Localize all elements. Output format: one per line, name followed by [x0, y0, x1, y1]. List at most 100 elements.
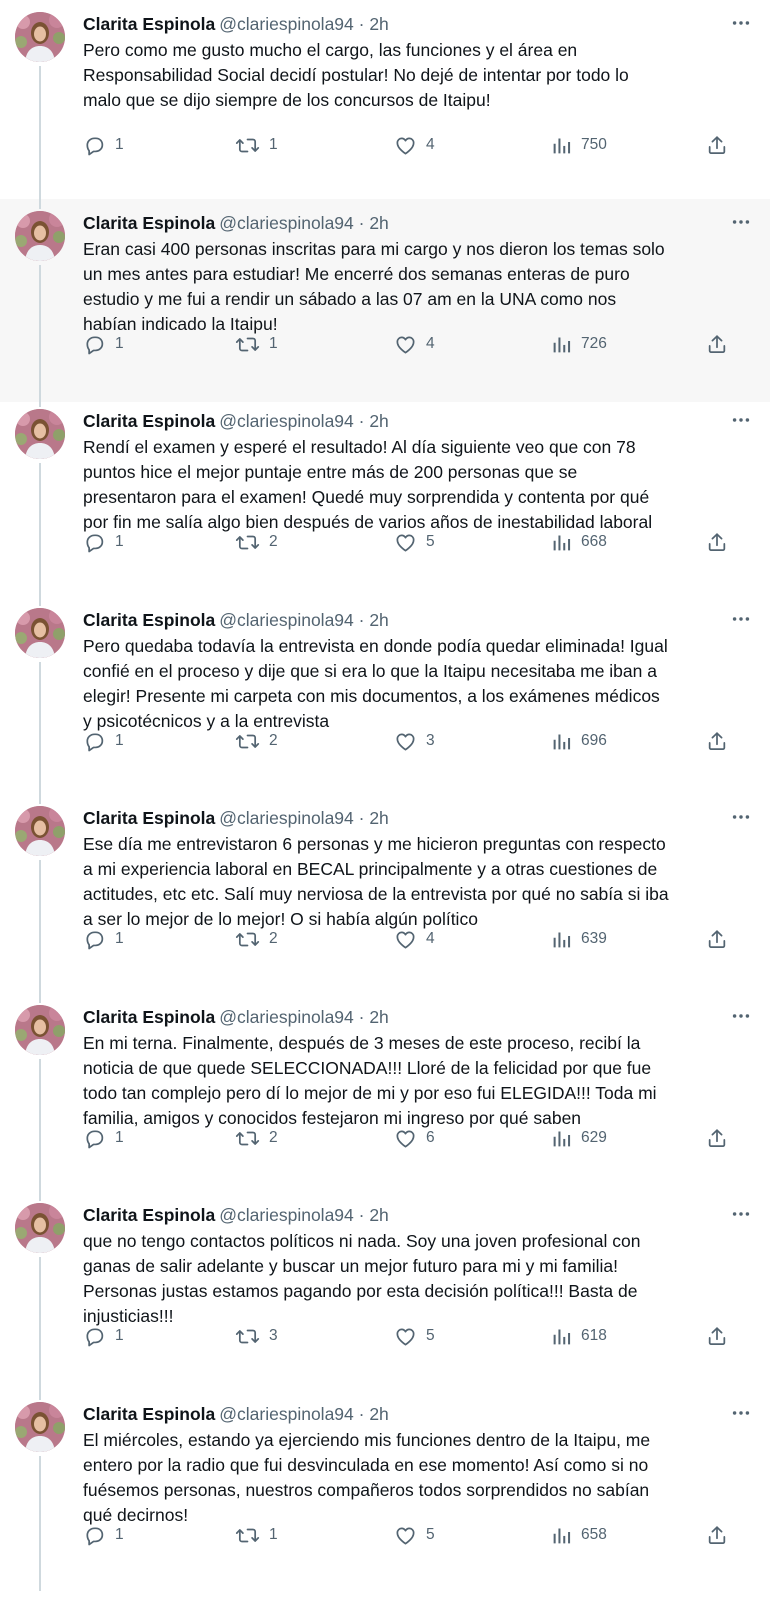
handle-and-time[interactable]: @clariespinola94 · 2h [219, 610, 389, 630]
like-button[interactable]: 4 [394, 331, 435, 357]
views-button[interactable]: 658 [551, 1522, 607, 1548]
more-dots-icon[interactable] [728, 1201, 754, 1227]
like-button[interactable]: 5 [394, 1522, 435, 1548]
avatar[interactable] [15, 12, 65, 62]
handle-and-time[interactable]: @clariespinola94 · 2h [219, 213, 389, 233]
handle-and-time[interactable]: @clariespinola94 · 2h [219, 1205, 389, 1225]
more-dots-icon[interactable] [728, 804, 754, 830]
reply-button[interactable]: 1 [83, 728, 124, 754]
share-button[interactable] [706, 132, 728, 158]
views-button[interactable]: 639 [551, 926, 607, 952]
retweet-icon [235, 1325, 260, 1348]
display-name[interactable]: Clarita Espinola [83, 213, 215, 233]
avatar[interactable] [15, 1005, 65, 1055]
share-button[interactable] [706, 1323, 728, 1349]
share-icon [706, 730, 728, 752]
display-name[interactable]: Clarita Espinola [83, 411, 215, 431]
reply-button[interactable]: 1 [83, 1323, 124, 1349]
share-button[interactable] [706, 1522, 728, 1548]
views-button[interactable]: 696 [551, 728, 607, 754]
avatar[interactable] [15, 1203, 65, 1253]
retweet-button[interactable]: 2 [235, 1125, 278, 1151]
retweet-button[interactable]: 1 [235, 331, 278, 357]
retweet-button[interactable]: 2 [235, 728, 278, 754]
reply-button[interactable]: 1 [83, 529, 124, 555]
share-button[interactable] [706, 926, 728, 952]
more-dots-icon[interactable] [728, 10, 754, 36]
like-button[interactable]: 5 [394, 1323, 435, 1349]
share-icon [706, 1524, 728, 1546]
reply-button[interactable]: 1 [83, 132, 124, 158]
views-button[interactable]: 726 [551, 331, 607, 357]
like-button[interactable]: 4 [394, 132, 435, 158]
reply-icon [83, 531, 106, 554]
retweet-button[interactable]: 2 [235, 926, 278, 952]
tweet-text-line: Pero como me gusto mucho el cargo, las f… [83, 40, 578, 60]
views-button[interactable]: 750 [551, 132, 607, 158]
like-button[interactable]: 3 [394, 728, 435, 754]
more-dots-icon[interactable] [728, 1400, 754, 1426]
share-button[interactable] [706, 728, 728, 754]
display-name[interactable]: Clarita Espinola [83, 808, 215, 828]
like-count: 5 [426, 533, 435, 550]
handle-and-time[interactable]: @clariespinola94 · 2h [219, 1404, 389, 1424]
reply-button[interactable]: 1 [83, 1522, 124, 1548]
share-button[interactable] [706, 529, 728, 555]
tweet[interactable]: Clarita Espinola @clariespinola94 · 2h Ese… [0, 794, 770, 997]
tweet[interactable]: Clarita Espinola @clariespinola94 · 2h Ren… [0, 397, 770, 600]
retweet-button[interactable]: 1 [235, 132, 278, 158]
more-dots-icon[interactable] [728, 606, 754, 632]
like-button[interactable]: 4 [394, 926, 435, 952]
views-button[interactable]: 629 [551, 1125, 607, 1151]
display-name[interactable]: Clarita Espinola [83, 610, 215, 630]
share-button[interactable] [706, 331, 728, 357]
handle-and-time[interactable]: @clariespinola94 · 2h [219, 808, 389, 828]
views-button[interactable]: 668 [551, 529, 607, 555]
reply-button[interactable]: 1 [83, 926, 124, 952]
retweet-icon [235, 531, 260, 554]
more-dots-icon[interactable] [728, 1003, 754, 1029]
retweet-button[interactable]: 1 [235, 1522, 278, 1548]
more-dots-icon[interactable] [728, 407, 754, 433]
like-button[interactable]: 5 [394, 529, 435, 555]
retweet-icon [235, 1127, 260, 1150]
handle-and-time[interactable]: @clariespinola94 · 2h [219, 14, 389, 34]
display-name[interactable]: Clarita Espinola [83, 1404, 215, 1424]
reply-count: 1 [115, 732, 124, 749]
tweet-text: que no tengo contactos políticos ni nada… [83, 1229, 733, 1329]
tweet[interactable]: Clarita Espinola @clariespinola94 · 2h Per… [0, 0, 770, 203]
tweet-text-line: un mes antes para estudiar! Me encerré d… [83, 264, 630, 284]
tweet[interactable]: Clarita Espinola @clariespinola94 · 2h El … [0, 1390, 770, 1593]
display-name[interactable]: Clarita Espinola [83, 1007, 215, 1027]
reply-button[interactable]: 1 [83, 331, 124, 357]
view-count: 618 [581, 1327, 607, 1344]
avatar[interactable] [15, 806, 65, 856]
display-name[interactable]: Clarita Espinola [83, 1205, 215, 1225]
avatar[interactable] [15, 1402, 65, 1452]
share-icon [706, 531, 728, 553]
tweet[interactable]: Clarita Espinola @clariespinola94 · 2h Per… [0, 596, 770, 799]
tweet[interactable]: Clarita Espinola @clariespinola94 · 2h Era… [0, 199, 770, 402]
views-button[interactable]: 618 [551, 1323, 607, 1349]
retweet-button[interactable]: 2 [235, 529, 278, 555]
avatar[interactable] [15, 409, 65, 459]
tweet-text-line: malo que se dijo siempre de los concurso… [83, 90, 491, 110]
avatar[interactable] [15, 211, 65, 261]
retweet-button[interactable]: 3 [235, 1323, 278, 1349]
display-name[interactable]: Clarita Espinola [83, 14, 215, 34]
share-button[interactable] [706, 1125, 728, 1151]
reply-button[interactable]: 1 [83, 1125, 124, 1151]
tweet-text-line: El miércoles, estando ya ejerciendo mis … [83, 1430, 651, 1450]
tweet[interactable]: Clarita Espinola @clariespinola94 · 2h En … [0, 993, 770, 1196]
retweet-count: 1 [269, 1526, 278, 1543]
avatar[interactable] [15, 608, 65, 658]
view-count: 750 [581, 136, 607, 153]
more-dots-icon[interactable] [728, 209, 754, 235]
tweet-actions: 1 2 5 668 [83, 529, 740, 555]
handle-and-time[interactable]: @clariespinola94 · 2h [219, 411, 389, 431]
tweet-actions: 1 1 4 726 [83, 331, 740, 357]
handle-and-time[interactable]: @clariespinola94 · 2h [219, 1007, 389, 1027]
like-button[interactable]: 6 [394, 1125, 435, 1151]
tweet[interactable]: Clarita Espinola @clariespinola94 · 2h que… [0, 1191, 770, 1394]
reply-icon [83, 1127, 106, 1150]
